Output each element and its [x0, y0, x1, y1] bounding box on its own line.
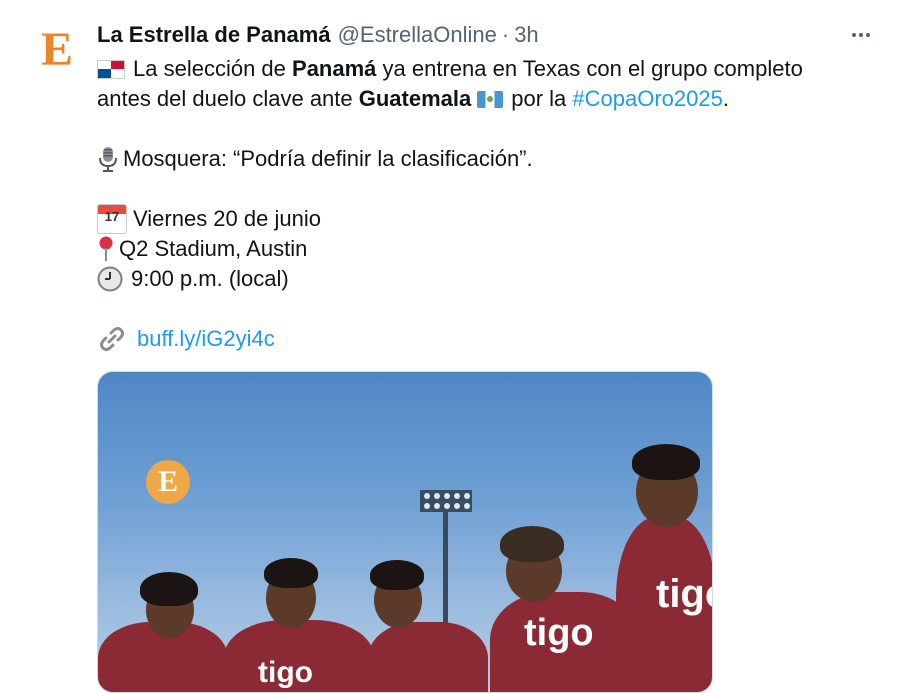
text-line-link: buff.ly/iG2yi4c: [97, 324, 857, 354]
bold-guatemala: Guatemala: [358, 86, 472, 111]
calendar-icon: 17: [97, 204, 127, 234]
hashtag-link[interactable]: #CopaOro2025: [572, 84, 722, 114]
timestamp[interactable]: 3h: [514, 22, 538, 48]
text-line-5: Q2 Stadium, Austin: [97, 234, 857, 264]
text-line-1: La selección de Panamá ya entrena en Tex…: [97, 54, 857, 84]
text-segment: ya entrena en Texas con el grupo complet…: [376, 56, 803, 81]
estrella-logo-badge: E: [146, 460, 190, 504]
text-segment: 9:00 p.m. (local): [131, 266, 289, 291]
text-segment: por la: [511, 86, 573, 111]
text-segment: Q2 Stadium, Austin: [119, 236, 308, 261]
text-segment: Mosquera: “Podría definir la clasificaci…: [123, 146, 533, 171]
tweet-image[interactable]: E tigo tigo: [97, 371, 713, 693]
separator-dot: ·: [501, 22, 510, 47]
bold-panama: Panamá: [292, 56, 377, 81]
display-name[interactable]: La Estrella de Panamá: [97, 22, 331, 48]
guatemala-flag-icon: [477, 90, 504, 108]
more-icon[interactable]: [846, 22, 876, 48]
clock-icon: [97, 266, 123, 292]
text-line-6: 9:00 p.m. (local): [97, 264, 857, 294]
microphone-icon: [99, 147, 117, 172]
pin-icon: [99, 236, 113, 261]
text-line-4: 17 Viernes 20 de junio: [97, 204, 857, 234]
tweet-text: La selección de Panamá ya entrena en Tex…: [97, 54, 857, 354]
tweet[interactable]: E La Estrella de Panamá @EstrellaOnline …: [0, 0, 908, 693]
text-segment: antes del duelo clave ante: [97, 86, 359, 111]
text-segment: .: [722, 86, 729, 111]
panama-flag-icon: [97, 59, 125, 79]
text-line-3: Mosquera: “Podría definir la clasificaci…: [97, 144, 857, 174]
tweet-header: La Estrella de Panamá @EstrellaOnline · …: [97, 20, 539, 50]
link-icon: [100, 327, 124, 351]
text-segment: Viernes 20 de junio: [133, 206, 321, 231]
user-handle[interactable]: @EstrellaOnline: [338, 22, 497, 48]
external-link[interactable]: buff.ly/iG2yi4c: [137, 324, 275, 354]
text-line-2: antes del duelo clave ante Guatemala por …: [97, 84, 857, 114]
avatar[interactable]: E: [38, 26, 76, 74]
text-segment: La selección de: [133, 56, 286, 81]
